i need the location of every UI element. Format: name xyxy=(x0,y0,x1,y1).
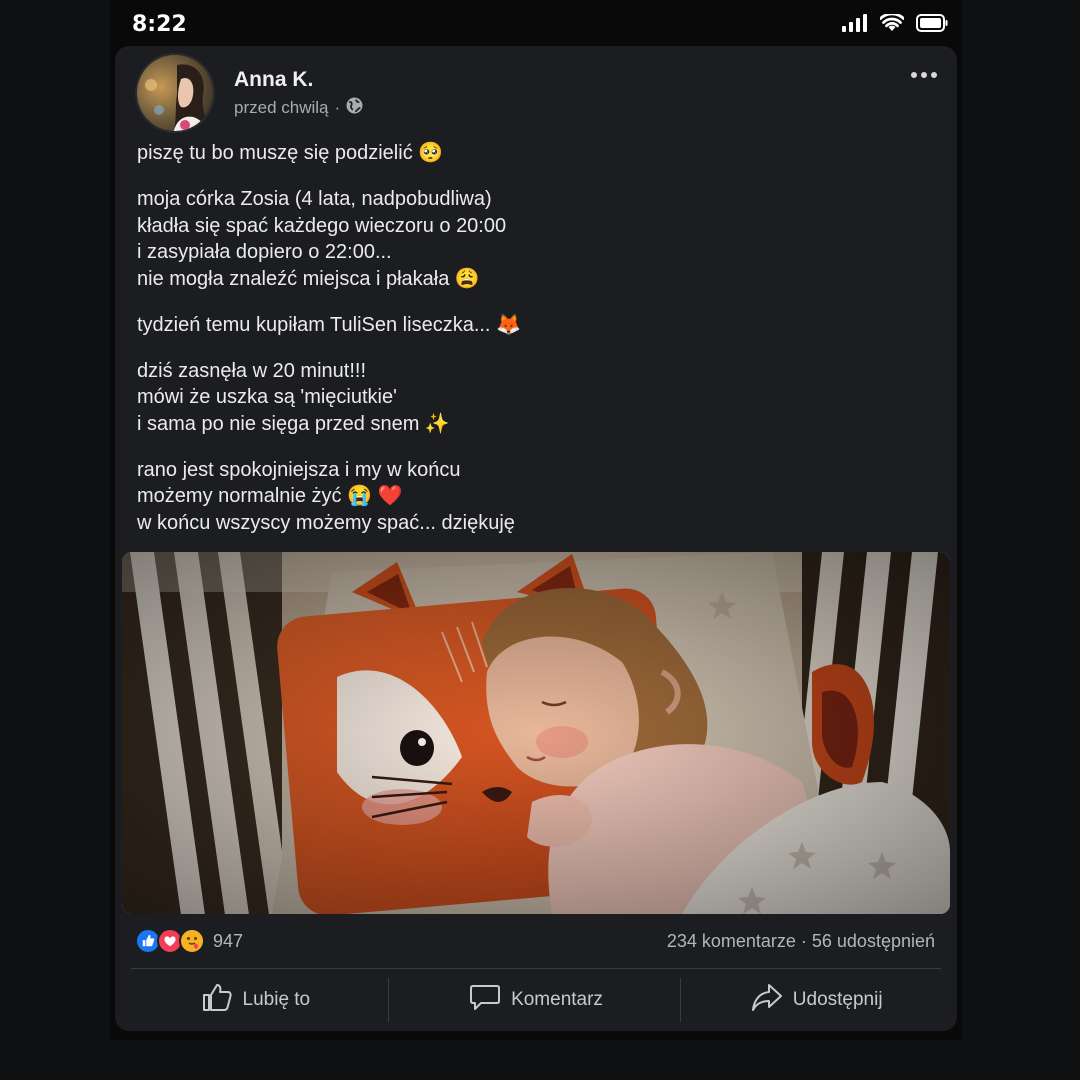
post-paragraph: tydzień temu kupiłam TuliSen liseczka...… xyxy=(137,312,917,339)
reaction-count: 947 xyxy=(213,930,244,951)
post-meta: przed chwilą · xyxy=(234,97,363,119)
status-time: 8:22 xyxy=(132,12,187,37)
post-time[interactable]: przed chwilą xyxy=(234,98,329,118)
like-label: Lubię to xyxy=(242,989,311,1010)
post-paragraph: moja córka Zosia (4 lata, nadpobudliwa) … xyxy=(137,186,917,292)
post-line: i sama po nie sięga przed snem ✨ xyxy=(137,412,450,435)
post-paragraph: dziś zasnęła w 20 minut!!! mówi że uszka… xyxy=(137,358,917,438)
share-button[interactable]: Udostępnij xyxy=(676,970,957,1030)
share-label: Udostępnij xyxy=(792,989,883,1010)
signal-icon xyxy=(842,14,868,37)
post-line: rano jest spokojniejsza i my w końcu xyxy=(137,458,461,481)
battery-icon xyxy=(916,14,948,37)
action-separator xyxy=(388,978,389,1022)
post-line: kładła się spać każdego wieczoru o 20:00 xyxy=(137,214,507,237)
action-bar: Lubię to Komentarz Udostępnij xyxy=(115,970,957,1030)
comments-shares-count[interactable]: 234 komentarze · 56 udostępnień xyxy=(667,931,935,952)
care-icon xyxy=(179,928,205,954)
post-line: w końcu wszyscy możemy spać... dziękuję xyxy=(137,511,515,534)
post-line: tydzień temu kupiłam TuliSen liseczka...… xyxy=(137,313,521,336)
post-line: moja córka Zosia (4 lata, nadpobudliwa) xyxy=(137,188,492,210)
post-line: nie mogła znaleźć miejsca i płakała 😩 xyxy=(137,267,480,290)
post-line: piszę tu bo muszę się podzielić 🥺 xyxy=(137,142,444,164)
post-paragraph: rano jest spokojniejsza i my w końcu moż… xyxy=(137,457,917,537)
like-button[interactable]: Lubię to xyxy=(115,970,396,1030)
more-options-button[interactable] xyxy=(911,72,937,78)
action-separator xyxy=(680,978,681,1022)
globe-icon xyxy=(346,97,363,119)
post-paragraph: piszę tu bo muszę się podzielić 🥺 xyxy=(137,140,917,167)
post-photo[interactable] xyxy=(122,552,950,914)
phone-frame: 8:22 Anna K. przed chwilą · piszę tu bo … xyxy=(110,0,962,1040)
reactions-summary[interactable]: 947 xyxy=(135,928,243,954)
wifi-icon xyxy=(879,12,905,37)
post-line: i zasypiała dopiero o 22:00... xyxy=(137,241,392,263)
post-text: piszę tu bo muszę się podzielić 🥺 moja c… xyxy=(137,140,917,556)
avatar[interactable] xyxy=(135,53,215,133)
author-name[interactable]: Anna K. xyxy=(234,68,313,92)
comment-button[interactable]: Komentarz xyxy=(396,970,677,1030)
divider xyxy=(131,968,941,969)
thumbs-up-icon xyxy=(201,982,233,1018)
post-line: możemy normalnie żyć 😭 ❤️ xyxy=(137,485,403,507)
share-icon xyxy=(751,982,783,1018)
post-card: Anna K. przed chwilą · piszę tu bo muszę… xyxy=(115,46,957,1031)
post-line: dziś zasnęła w 20 minut!!! xyxy=(137,359,366,382)
post-line: mówi że uszka są 'mięciutkie' xyxy=(137,386,397,408)
comment-label: Komentarz xyxy=(511,989,603,1010)
status-bar: 8:22 xyxy=(110,0,962,46)
post-stats: 947 234 komentarze · 56 udostępnień xyxy=(135,926,935,960)
meta-separator: · xyxy=(334,98,341,117)
comment-icon xyxy=(469,982,501,1018)
